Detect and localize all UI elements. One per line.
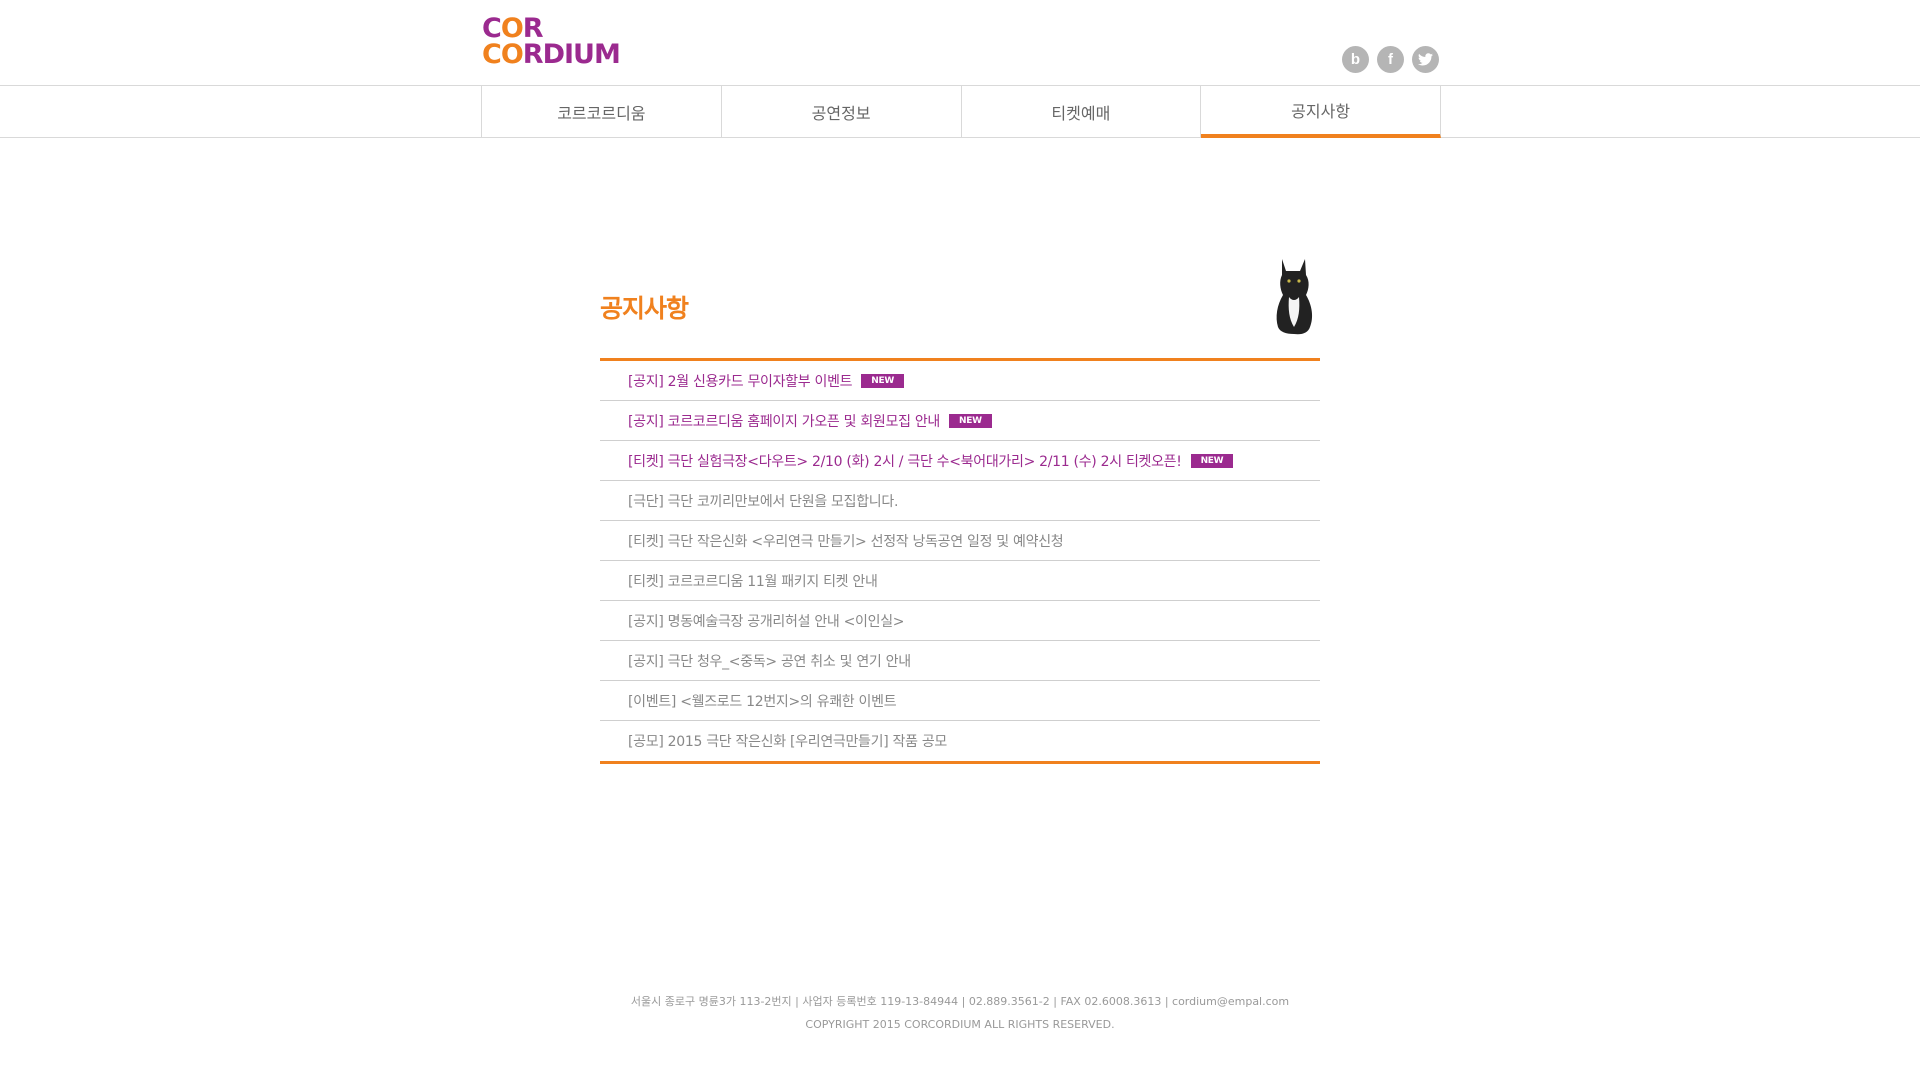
nav-tab-ticket-booking[interactable]: 티켓예매	[962, 86, 1202, 138]
twitter-icon[interactable]	[1412, 46, 1439, 73]
list-item[interactable]: [공지] 극단 청우_<중독> 공연 취소 및 연기 안내	[600, 641, 1320, 681]
notice-section: 공지사항 [공지] 2월 신용카드 무이자할부 이벤트 NEW [공지] 코르코르…	[600, 255, 1320, 764]
new-badge: NEW	[861, 373, 904, 388]
new-badge: NEW	[948, 413, 992, 428]
list-item[interactable]: [티켓] 극단 작은신화 <우리연극 만들기> 선정작 낭독공연 일정 및 예약…	[600, 521, 1320, 561]
new-badge: NEW	[1190, 453, 1234, 468]
list-item[interactable]: [극단] 극단 코끼리만보에서 단원을 모집합니다.	[600, 481, 1320, 521]
site-header: COR CORDIUM b f	[0, 0, 1920, 86]
list-item[interactable]: [공지] 코르코르디움 홈페이지 가오픈 및 회원모집 안내 NEW	[600, 401, 1320, 441]
list-item[interactable]: [공지] 명동예술극장 공개리허설 안내 <이인실>	[600, 601, 1320, 641]
nav-tab-notice[interactable]: 공지사항	[1201, 86, 1441, 138]
footer-address: 서울시 종로구 명륜3가 113-2번지 | 사업자 등록번호 119-13-8…	[630, 995, 1290, 1008]
list-item[interactable]: [티켓] 코르코르디움 11월 패키지 티켓 안내	[600, 561, 1320, 601]
main-nav: 코르코르디움 공연정보 티켓예매 공지사항	[481, 86, 1441, 138]
site-footer: 서울시 종로구 명륜3가 113-2번지 | 사업자 등록번호 119-13-8…	[0, 990, 1920, 1036]
page-title: 공지사항	[600, 294, 689, 323]
nav-tab-performance-info[interactable]: 공연정보	[722, 86, 962, 138]
notice-list: [공지] 2월 신용카드 무이자할부 이벤트 NEW [공지] 코르코르디움 홈페…	[600, 358, 1320, 764]
list-item[interactable]: [공지] 2월 신용카드 무이자할부 이벤트 NEW	[600, 361, 1320, 401]
notice-header: 공지사항	[600, 255, 1320, 358]
list-item[interactable]: [이벤트] <웰즈로드 12번지>의 유쾌한 이벤트	[600, 681, 1320, 721]
main-nav-bar: 코르코르디움 공연정보 티켓예매 공지사항	[0, 86, 1920, 138]
blog-icon[interactable]: b	[1342, 46, 1369, 73]
corcordium-logo[interactable]: COR CORDIUM	[482, 15, 647, 72]
social-links: b f	[1342, 46, 1439, 73]
footer-copyright: COPYRIGHT 2015 CORCORDIUM ALL RIGHTS RES…	[805, 1018, 1115, 1031]
cat-illustration-icon	[1276, 259, 1313, 335]
nav-tab-corcordium[interactable]: 코르코르디움	[482, 86, 722, 138]
list-item[interactable]: [공모] 2015 극단 작은신화 [우리연극만들기] 작품 공모	[600, 721, 1320, 761]
facebook-icon[interactable]: f	[1377, 46, 1404, 73]
list-item[interactable]: [티켓] 극단 실험극장<다우트> 2/10 (화) 2시 / 극단 수<북어대…	[600, 441, 1320, 481]
